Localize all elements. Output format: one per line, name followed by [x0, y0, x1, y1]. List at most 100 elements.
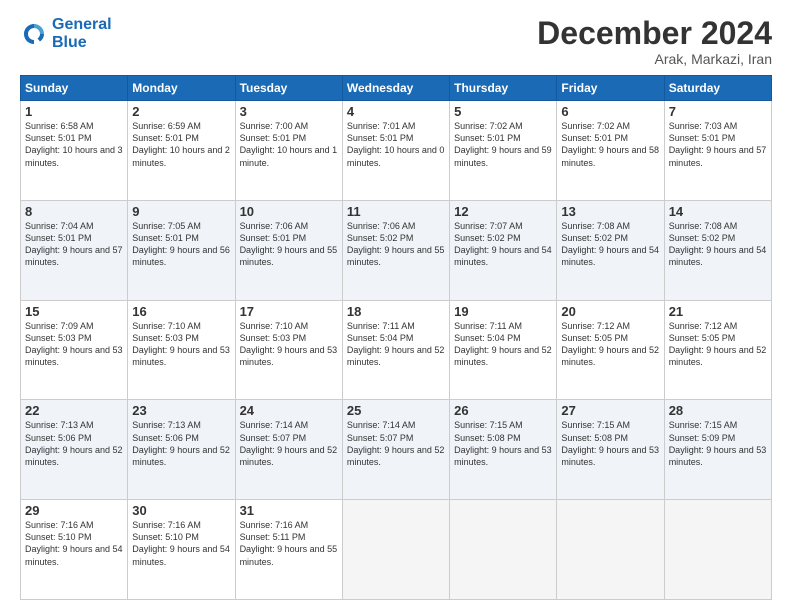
calendar-cell: 29 Sunrise: 7:16 AM Sunset: 5:10 PM Dayl…	[21, 500, 128, 600]
sunrise-label: Sunrise: 7:10 AM	[240, 321, 309, 331]
sunrise-label: Sunrise: 7:13 AM	[25, 420, 94, 430]
day-number: 5	[454, 104, 552, 119]
daylight-label: Daylight: 10 hours and 1 minute.	[240, 145, 338, 167]
sunrise-label: Sunrise: 7:03 AM	[669, 121, 738, 131]
sunrise-label: Sunrise: 7:14 AM	[240, 420, 309, 430]
calendar-cell: 18 Sunrise: 7:11 AM Sunset: 5:04 PM Dayl…	[342, 300, 449, 400]
week-row-4: 22 Sunrise: 7:13 AM Sunset: 5:06 PM Dayl…	[21, 400, 772, 500]
daylight-label: Daylight: 9 hours and 54 minutes.	[25, 544, 123, 566]
sunrise-label: Sunrise: 7:00 AM	[240, 121, 309, 131]
day-number: 1	[25, 104, 123, 119]
calendar-cell: 11 Sunrise: 7:06 AM Sunset: 5:02 PM Dayl…	[342, 200, 449, 300]
header-monday: Monday	[128, 76, 235, 101]
daylight-label: Daylight: 9 hours and 52 minutes.	[240, 445, 338, 467]
daylight-label: Daylight: 9 hours and 52 minutes.	[347, 345, 445, 367]
sunrise-label: Sunrise: 7:16 AM	[25, 520, 94, 530]
calendar-cell: 26 Sunrise: 7:15 AM Sunset: 5:08 PM Dayl…	[450, 400, 557, 500]
calendar-cell: 1 Sunrise: 6:58 AM Sunset: 5:01 PM Dayli…	[21, 101, 128, 201]
sunrise-label: Sunrise: 7:12 AM	[561, 321, 630, 331]
sunrise-label: Sunrise: 7:12 AM	[669, 321, 738, 331]
location: Arak, Markazi, Iran	[537, 51, 772, 67]
sunset-label: Sunset: 5:01 PM	[669, 133, 736, 143]
day-number: 25	[347, 403, 445, 418]
sunrise-label: Sunrise: 7:15 AM	[669, 420, 738, 430]
day-info: Sunrise: 7:07 AM Sunset: 5:02 PM Dayligh…	[454, 220, 552, 269]
sunset-label: Sunset: 5:05 PM	[561, 333, 628, 343]
day-number: 2	[132, 104, 230, 119]
logo: General Blue	[20, 16, 112, 51]
day-info: Sunrise: 7:06 AM Sunset: 5:02 PM Dayligh…	[347, 220, 445, 269]
calendar-cell: 4 Sunrise: 7:01 AM Sunset: 5:01 PM Dayli…	[342, 101, 449, 201]
daylight-label: Daylight: 9 hours and 54 minutes.	[132, 544, 230, 566]
calendar-cell: 27 Sunrise: 7:15 AM Sunset: 5:08 PM Dayl…	[557, 400, 664, 500]
day-number: 21	[669, 304, 767, 319]
day-info: Sunrise: 7:12 AM Sunset: 5:05 PM Dayligh…	[561, 320, 659, 369]
sunrise-label: Sunrise: 7:06 AM	[347, 221, 416, 231]
calendar-cell: 22 Sunrise: 7:13 AM Sunset: 5:06 PM Dayl…	[21, 400, 128, 500]
calendar-cell: 6 Sunrise: 7:02 AM Sunset: 5:01 PM Dayli…	[557, 101, 664, 201]
sunrise-label: Sunrise: 7:15 AM	[561, 420, 630, 430]
sunset-label: Sunset: 5:08 PM	[454, 433, 521, 443]
logo-text: General Blue	[52, 16, 112, 51]
daylight-label: Daylight: 10 hours and 3 minutes.	[25, 145, 123, 167]
calendar-cell: 13 Sunrise: 7:08 AM Sunset: 5:02 PM Dayl…	[557, 200, 664, 300]
sunrise-label: Sunrise: 7:16 AM	[240, 520, 309, 530]
sunset-label: Sunset: 5:05 PM	[669, 333, 736, 343]
calendar-cell: 31 Sunrise: 7:16 AM Sunset: 5:11 PM Dayl…	[235, 500, 342, 600]
daylight-label: Daylight: 9 hours and 53 minutes.	[132, 345, 230, 367]
calendar-cell: 24 Sunrise: 7:14 AM Sunset: 5:07 PM Dayl…	[235, 400, 342, 500]
calendar-cell	[450, 500, 557, 600]
calendar-cell: 19 Sunrise: 7:11 AM Sunset: 5:04 PM Dayl…	[450, 300, 557, 400]
calendar-cell: 12 Sunrise: 7:07 AM Sunset: 5:02 PM Dayl…	[450, 200, 557, 300]
day-info: Sunrise: 7:12 AM Sunset: 5:05 PM Dayligh…	[669, 320, 767, 369]
day-number: 20	[561, 304, 659, 319]
sunset-label: Sunset: 5:01 PM	[240, 233, 307, 243]
sunset-label: Sunset: 5:06 PM	[132, 433, 199, 443]
calendar-cell	[557, 500, 664, 600]
header-saturday: Saturday	[664, 76, 771, 101]
calendar-cell: 7 Sunrise: 7:03 AM Sunset: 5:01 PM Dayli…	[664, 101, 771, 201]
sunset-label: Sunset: 5:03 PM	[25, 333, 92, 343]
day-number: 9	[132, 204, 230, 219]
calendar-cell: 20 Sunrise: 7:12 AM Sunset: 5:05 PM Dayl…	[557, 300, 664, 400]
sunset-label: Sunset: 5:04 PM	[454, 333, 521, 343]
day-info: Sunrise: 6:59 AM Sunset: 5:01 PM Dayligh…	[132, 120, 230, 169]
day-info: Sunrise: 7:14 AM Sunset: 5:07 PM Dayligh…	[347, 419, 445, 468]
sunset-label: Sunset: 5:11 PM	[240, 532, 306, 542]
sunrise-label: Sunrise: 7:02 AM	[454, 121, 523, 131]
sunset-label: Sunset: 5:08 PM	[561, 433, 628, 443]
sunrise-label: Sunrise: 7:06 AM	[240, 221, 309, 231]
daylight-label: Daylight: 10 hours and 0 minutes.	[347, 145, 445, 167]
sunset-label: Sunset: 5:02 PM	[669, 233, 736, 243]
sunrise-label: Sunrise: 6:59 AM	[132, 121, 201, 131]
daylight-label: Daylight: 9 hours and 53 minutes.	[240, 345, 338, 367]
day-info: Sunrise: 6:58 AM Sunset: 5:01 PM Dayligh…	[25, 120, 123, 169]
header-sunday: Sunday	[21, 76, 128, 101]
calendar-cell: 9 Sunrise: 7:05 AM Sunset: 5:01 PM Dayli…	[128, 200, 235, 300]
title-area: December 2024 Arak, Markazi, Iran	[537, 16, 772, 67]
day-number: 24	[240, 403, 338, 418]
daylight-label: Daylight: 9 hours and 52 minutes.	[669, 345, 767, 367]
day-info: Sunrise: 7:16 AM Sunset: 5:11 PM Dayligh…	[240, 519, 338, 568]
day-info: Sunrise: 7:10 AM Sunset: 5:03 PM Dayligh…	[132, 320, 230, 369]
day-info: Sunrise: 7:06 AM Sunset: 5:01 PM Dayligh…	[240, 220, 338, 269]
sunset-label: Sunset: 5:01 PM	[25, 233, 92, 243]
sunset-label: Sunset: 5:07 PM	[347, 433, 414, 443]
day-number: 7	[669, 104, 767, 119]
calendar-cell: 15 Sunrise: 7:09 AM Sunset: 5:03 PM Dayl…	[21, 300, 128, 400]
day-info: Sunrise: 7:13 AM Sunset: 5:06 PM Dayligh…	[132, 419, 230, 468]
day-info: Sunrise: 7:03 AM Sunset: 5:01 PM Dayligh…	[669, 120, 767, 169]
day-info: Sunrise: 7:14 AM Sunset: 5:07 PM Dayligh…	[240, 419, 338, 468]
day-info: Sunrise: 7:15 AM Sunset: 5:09 PM Dayligh…	[669, 419, 767, 468]
day-info: Sunrise: 7:00 AM Sunset: 5:01 PM Dayligh…	[240, 120, 338, 169]
day-number: 28	[669, 403, 767, 418]
day-info: Sunrise: 7:11 AM Sunset: 5:04 PM Dayligh…	[454, 320, 552, 369]
day-info: Sunrise: 7:04 AM Sunset: 5:01 PM Dayligh…	[25, 220, 123, 269]
calendar-cell: 30 Sunrise: 7:16 AM Sunset: 5:10 PM Dayl…	[128, 500, 235, 600]
day-info: Sunrise: 7:09 AM Sunset: 5:03 PM Dayligh…	[25, 320, 123, 369]
day-number: 10	[240, 204, 338, 219]
sunrise-label: Sunrise: 7:08 AM	[561, 221, 630, 231]
sunrise-label: Sunrise: 7:13 AM	[132, 420, 201, 430]
calendar-cell	[664, 500, 771, 600]
sunset-label: Sunset: 5:03 PM	[240, 333, 307, 343]
